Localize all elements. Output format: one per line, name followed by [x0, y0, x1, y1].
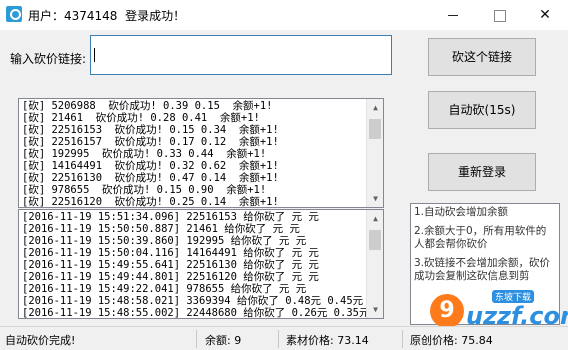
log-line: [2016-11-19 15:49:44.801] 22516120 给你砍了 …	[22, 271, 319, 283]
cut-link-button[interactable]: 砍这个链接	[428, 38, 536, 76]
auto-cut-button[interactable]: 自动砍(15s)	[428, 91, 536, 129]
log-scrollbar[interactable]: ▲ ▼	[366, 210, 383, 318]
log-line: [砍] 22516120 砍价成功! 0.25 0.14 余额+1!	[22, 196, 279, 208]
link-input-label: 输入砍价链接:	[10, 52, 87, 66]
log-line: [2016-11-19 15:50:39.860] 192995 给你砍了 元 …	[22, 235, 307, 247]
log-scrollbar[interactable]: ▲ ▼	[366, 99, 383, 207]
log-line: [砍] 22516130 砍价成功! 0.47 0.14 余额+1!	[22, 172, 279, 184]
link-input[interactable]	[90, 35, 392, 75]
minimize-button[interactable]	[430, 0, 476, 30]
scroll-down-icon[interactable]: ▼	[367, 190, 383, 207]
status-balance: 余额: 9	[205, 334, 242, 347]
status-divider	[196, 330, 197, 348]
close-button[interactable]: ✕	[522, 0, 568, 30]
window-title: 用户：4374148 登录成功！	[28, 9, 186, 23]
log-line: [2016-11-19 15:51:34.096] 22516153 给你砍了 …	[22, 211, 319, 223]
status-divider	[402, 330, 403, 348]
log-line: [砍] 21461 砍价成功! 0.28 0.41 余额+1!	[22, 112, 260, 124]
scroll-down-icon[interactable]: ▼	[367, 301, 383, 318]
log-line: [2016-11-19 15:49:22.041] 978655 给你砍了 元 …	[22, 283, 307, 295]
received-cut-log[interactable]: [2016-11-19 15:51:34.096] 22516153 给你砍了 …	[18, 209, 384, 319]
log-line: [砍] 14164491 砍价成功! 0.32 0.62 余额+1!	[22, 160, 279, 172]
scroll-up-icon[interactable]: ▲	[367, 99, 383, 116]
instruction-3: 3.砍链接不会增加余额，砍价成功会复制这砍信息到剪	[414, 257, 551, 282]
log-line: [砍] 192995 砍价成功! 0.33 0.44 余额+1!	[22, 148, 267, 160]
maximize-button[interactable]	[476, 0, 522, 30]
log-line: [砍] 22516157 砍价成功! 0.17 0.12 余额+1!	[22, 136, 279, 148]
status-message: 自动砍价完成!	[5, 334, 76, 347]
log-line: [2016-11-19 15:49:55.641] 22516130 给你砍了 …	[22, 259, 319, 271]
scroll-up-icon[interactable]: ▲	[367, 210, 383, 227]
instruction-2: 2.余额大于0，所有用软件的人都会帮你砍价	[414, 225, 547, 250]
log-line: [2016-11-19 15:48:55.002] 22448680 给你砍了 …	[22, 307, 370, 319]
log-line: [2016-11-19 15:50:50.887] 21461 给你砍了 元 元	[22, 223, 300, 235]
app-icon	[6, 6, 22, 22]
status-original-price: 原创价格: 75.84	[410, 334, 493, 347]
log-line: [砍] 5206988 砍价成功! 0.39 0.15 余额+1!	[22, 100, 273, 112]
status-divider	[278, 330, 279, 348]
watermark-logo-icon: 9	[430, 294, 464, 328]
instruction-1: 1.自动砍会增加余额	[414, 206, 509, 218]
title-bar: 用户：4374148 登录成功！ ✕	[0, 0, 568, 30]
cut-result-log[interactable]: [砍] 5206988 砍价成功! 0.39 0.15 余额+1! [砍] 21…	[18, 98, 384, 208]
scroll-thumb[interactable]	[369, 230, 381, 250]
scroll-thumb[interactable]	[369, 119, 381, 139]
log-line: [砍] 22516153 砍价成功! 0.15 0.34 余额+1!	[22, 124, 279, 136]
status-material-price: 素材价格: 73.14	[286, 334, 369, 347]
relogin-button[interactable]: 重新登录	[428, 153, 536, 191]
log-line: [2016-11-19 15:50:04.116] 14164491 给你砍了 …	[22, 247, 319, 259]
status-bar: 自动砍价完成! 余额: 9 素材价格: 73.14 原创价格: 75.84	[0, 326, 568, 350]
log-line: [2016-11-19 15:48:58.021] 3369394 给你砍了 0…	[22, 295, 364, 307]
log-line: [砍] 978655 砍价成功! 0.15 0.90 余额+1!	[22, 184, 267, 196]
